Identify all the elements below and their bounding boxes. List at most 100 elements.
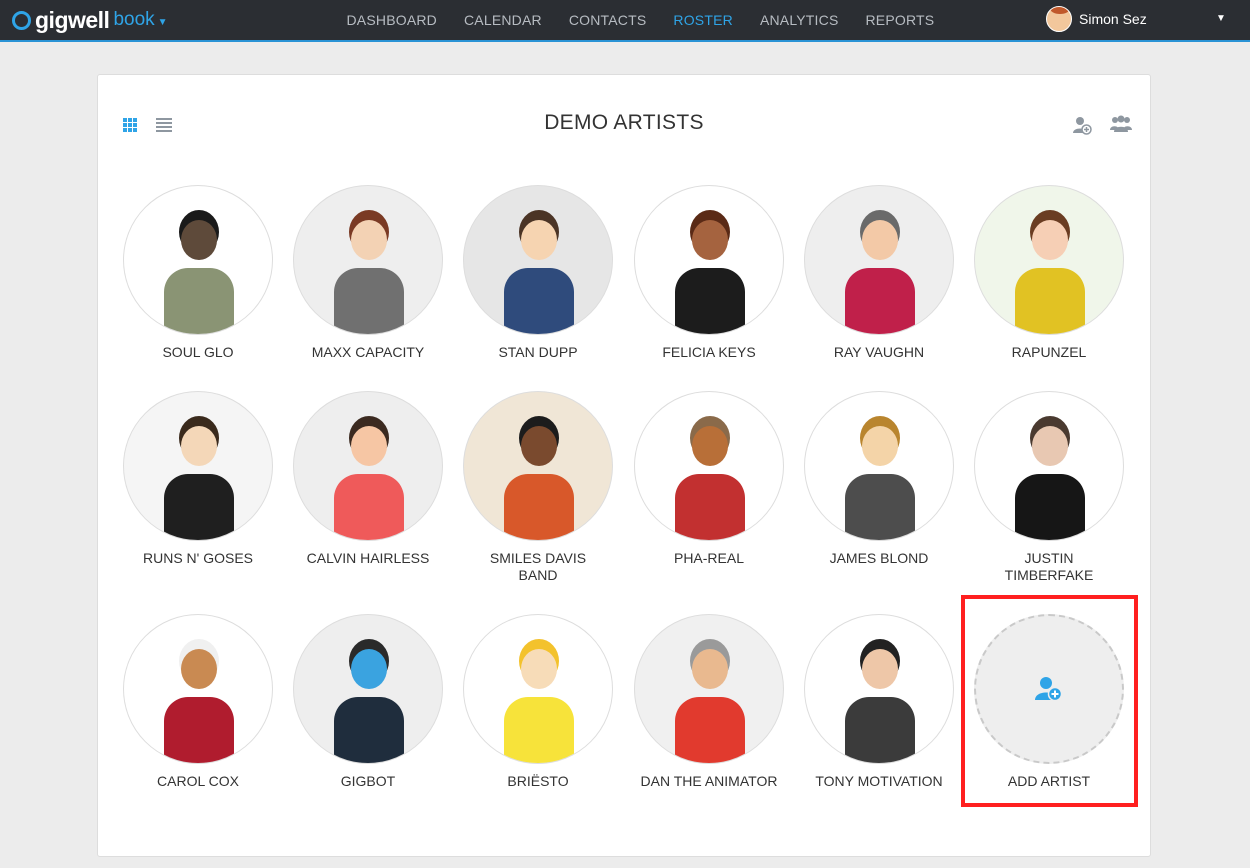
- artist-avatar[interactable]: [463, 185, 613, 335]
- artist-avatar[interactable]: [123, 391, 273, 541]
- artist-card[interactable]: TONY MOTIVATION: [794, 614, 964, 790]
- artist-name[interactable]: MAXX CAPACITY: [283, 344, 453, 361]
- avatar-figure-body: [334, 697, 404, 763]
- avatar-figure-head: [692, 426, 728, 466]
- artist-avatar[interactable]: [804, 391, 954, 541]
- user-name[interactable]: Simon Sez: [1079, 11, 1147, 27]
- artist-avatar[interactable]: [804, 614, 954, 764]
- artist-avatar[interactable]: [293, 185, 443, 335]
- artist-avatar[interactable]: [123, 614, 273, 764]
- artist-card[interactable]: MAXX CAPACITY: [283, 185, 453, 361]
- avatar-figure-body: [334, 474, 404, 540]
- artist-avatar[interactable]: [634, 614, 784, 764]
- avatar-figure-head: [181, 426, 217, 466]
- avatar-figure-head: [351, 426, 387, 466]
- artist-card[interactable]: STAN DUPP: [453, 185, 623, 361]
- artist-card[interactable]: JAMES BLOND: [794, 391, 964, 567]
- avatar-figure-body: [164, 268, 234, 334]
- avatar-figure-head: [521, 426, 557, 466]
- avatar-figure-head: [521, 220, 557, 260]
- avatar-figure-body: [164, 697, 234, 763]
- user-menu-caret-icon[interactable]: ▼: [1216, 13, 1226, 24]
- artist-name[interactable]: PHA-REAL: [624, 550, 794, 567]
- avatar-figure-body: [675, 268, 745, 334]
- caret-down-icon[interactable]: ▼: [158, 17, 168, 28]
- avatar-figure-head: [521, 649, 557, 689]
- artist-name[interactable]: JAMES BLOND: [794, 550, 964, 567]
- artist-avatar[interactable]: [804, 185, 954, 335]
- artist-card[interactable]: DAN THE ANIMATOR: [624, 614, 794, 790]
- avatar-figure-head: [351, 649, 387, 689]
- artist-card[interactable]: RAY VAUGHN: [794, 185, 964, 361]
- avatar-figure-head: [351, 220, 387, 260]
- artist-name[interactable]: RUNS N' GOSES: [113, 550, 283, 567]
- artist-name[interactable]: STAN DUPP: [453, 344, 623, 361]
- artist-name[interactable]: RAY VAUGHN: [794, 344, 964, 361]
- artist-name[interactable]: FELICIA KEYS: [624, 344, 794, 361]
- avatar-figure-body: [675, 474, 745, 540]
- artist-card[interactable]: SMILES DAVIS BAND: [453, 391, 623, 584]
- avatar-figure-head: [862, 426, 898, 466]
- avatar-figure-body: [1015, 268, 1085, 334]
- avatar-figure-body: [845, 474, 915, 540]
- avatar-figure-head: [181, 220, 217, 260]
- artist-card[interactable]: GIGBOT: [283, 614, 453, 790]
- avatar[interactable]: [1046, 6, 1072, 32]
- artist-card[interactable]: CALVIN HAIRLESS: [283, 391, 453, 567]
- nav-contacts[interactable]: CONTACTS: [555, 0, 660, 40]
- avatar-figure-head: [1032, 220, 1068, 260]
- artist-card[interactable]: SOUL GLO: [113, 185, 283, 361]
- avatar-figure-body: [164, 474, 234, 540]
- avatar-figure-body: [504, 268, 574, 334]
- add-band-icon[interactable]: [1110, 115, 1132, 133]
- artist-card[interactable]: FELICIA KEYS: [624, 185, 794, 361]
- artist-avatar[interactable]: [123, 185, 273, 335]
- nav-dashboard[interactable]: DASHBOARD: [333, 0, 450, 40]
- avatar-figure-body: [845, 697, 915, 763]
- user-menu[interactable]: Simon Sez: [1046, 6, 1147, 32]
- avatar-figure-body: [504, 697, 574, 763]
- add-artist-icon[interactable]: [1072, 115, 1092, 135]
- artist-card[interactable]: JUSTIN TIMBERFAKE: [964, 391, 1134, 584]
- artist-avatar[interactable]: [974, 185, 1124, 335]
- avatar-figure-body: [675, 697, 745, 763]
- logo-ring-icon: [12, 10, 31, 30]
- avatar-figure-body: [334, 268, 404, 334]
- nav-calendar[interactable]: CALENDAR: [450, 0, 555, 40]
- avatar-figure-head: [1032, 426, 1068, 466]
- artist-name[interactable]: JUSTIN TIMBERFAKE: [964, 550, 1134, 584]
- artist-card[interactable]: CAROL COX: [113, 614, 283, 790]
- artist-name[interactable]: RAPUNZEL: [964, 344, 1134, 361]
- artist-name[interactable]: GIGBOT: [283, 773, 453, 790]
- artist-avatar[interactable]: [974, 391, 1124, 541]
- nav-analytics[interactable]: ANALYTICS: [746, 0, 852, 40]
- artist-avatar[interactable]: [634, 391, 784, 541]
- artist-name[interactable]: SOUL GLO: [113, 344, 283, 361]
- avatar-figure-head: [692, 649, 728, 689]
- artist-name[interactable]: BRIËSTO: [453, 773, 623, 790]
- artist-avatar[interactable]: [634, 185, 784, 335]
- artist-avatar[interactable]: [293, 614, 443, 764]
- artist-name[interactable]: DAN THE ANIMATOR: [624, 773, 794, 790]
- avatar-figure-body: [504, 474, 574, 540]
- artist-avatar[interactable]: [463, 614, 613, 764]
- artist-name[interactable]: TONY MOTIVATION: [794, 773, 964, 790]
- artist-card[interactable]: RAPUNZEL: [964, 185, 1134, 361]
- nav-reports[interactable]: REPORTS: [852, 0, 948, 40]
- artist-name[interactable]: CAROL COX: [113, 773, 283, 790]
- artist-avatar[interactable]: [463, 391, 613, 541]
- avatar-figure-head: [862, 220, 898, 260]
- artist-name[interactable]: SMILES DAVIS BAND: [453, 550, 623, 584]
- artist-card[interactable]: BRIËSTO: [453, 614, 623, 790]
- page-title: DEMO ARTISTS: [544, 111, 704, 134]
- product-switcher[interactable]: book: [113, 9, 154, 31]
- logo-text: gigwell: [35, 6, 110, 33]
- avatar-figure-body: [845, 268, 915, 334]
- artist-card[interactable]: RUNS N' GOSES: [113, 391, 283, 567]
- artist-avatar[interactable]: [293, 391, 443, 541]
- artist-name[interactable]: CALVIN HAIRLESS: [283, 550, 453, 567]
- avatar-figure-head: [692, 220, 728, 260]
- artist-card[interactable]: PHA-REAL: [624, 391, 794, 567]
- nav-roster[interactable]: ROSTER: [660, 0, 747, 40]
- app-logo[interactable]: gigwell book ▼: [12, 7, 168, 33]
